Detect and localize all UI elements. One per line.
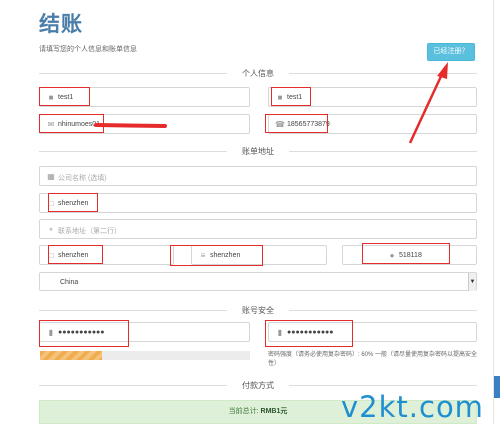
page-title: 结账 bbox=[39, 13, 83, 36]
chevron-down-icon[interactable]: ▼ bbox=[468, 273, 476, 291]
section-title: 账号安全 bbox=[242, 306, 274, 315]
already-registered-button[interactable]: 已经注册？ bbox=[427, 43, 475, 61]
section-title: 个人信息 bbox=[242, 69, 274, 78]
password-strength-bar bbox=[40, 351, 250, 360]
annotation-box bbox=[265, 114, 328, 133]
company-placeholder: 公司名称 (选填) bbox=[58, 175, 107, 182]
section-billing-address: 账单地址 bbox=[39, 145, 477, 157]
annotation-box bbox=[48, 193, 98, 212]
total-label: 当前总计: bbox=[228, 408, 259, 415]
annotation-box bbox=[362, 243, 450, 264]
right-border bbox=[493, 0, 494, 424]
section-personal-info: 个人信息 bbox=[39, 67, 477, 79]
annotation-box bbox=[265, 320, 353, 347]
annotation-box bbox=[39, 114, 104, 133]
address2-field[interactable]: ⚬ 联系地址（第二行） bbox=[39, 219, 477, 239]
annotation-box bbox=[39, 320, 129, 347]
country-value: China bbox=[60, 279, 79, 286]
building-icon: ▦ bbox=[47, 172, 55, 181]
annotation-box bbox=[39, 87, 90, 106]
address1-field[interactable]: □ shenzhen bbox=[39, 193, 477, 213]
scroll-edge-tab[interactable] bbox=[494, 376, 500, 398]
page-subtitle: 请填写您的个人信息和账单信息 bbox=[39, 46, 137, 53]
location-icon: ⚬ bbox=[47, 225, 55, 234]
country-select[interactable]: China ▼ bbox=[39, 272, 477, 291]
annotation-box bbox=[48, 245, 103, 264]
password-strength-label: 密码强度（请务必使用复杂密码）: 60% 一般（请尽量使用复杂密码以提高安全性） bbox=[268, 352, 478, 367]
total-value: RMB1元 bbox=[260, 408, 288, 415]
section-account-security: 账号安全 bbox=[39, 304, 477, 316]
watermark: v2kt.com bbox=[341, 390, 484, 424]
annotation-box bbox=[271, 87, 311, 106]
address2-placeholder: 联系地址（第二行） bbox=[58, 228, 121, 235]
company-field[interactable]: ▦ 公司名称 (选填) bbox=[39, 166, 477, 186]
password-strength-fill bbox=[40, 351, 103, 360]
section-title: 账单地址 bbox=[242, 147, 274, 156]
annotation-box bbox=[170, 245, 263, 266]
